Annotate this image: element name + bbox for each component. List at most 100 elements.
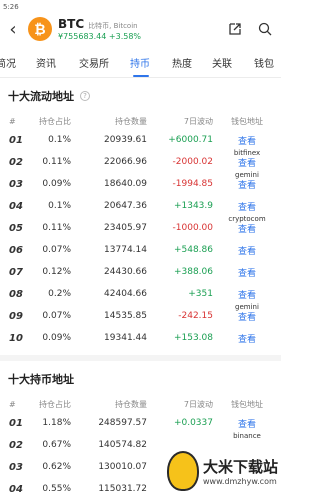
row-rank: 03 <box>9 461 23 473</box>
row-wallet-cell: 查看 gemini <box>213 156 281 179</box>
row-rank: 03 <box>9 178 23 190</box>
coin-price: ¥755683.44 +3.58% <box>58 32 142 41</box>
section2-title: 十大持币地址 <box>8 373 74 386</box>
row-quantity: 20647.36 <box>104 201 147 211</box>
row-percent: 0.1% <box>48 201 71 211</box>
row-rank: 02 <box>9 439 23 451</box>
view-link[interactable]: 查看 <box>238 247 256 257</box>
table-row: 08 0.2% 42404.66 +351 查看 gemini <box>0 283 281 311</box>
header-rank: # <box>9 116 16 126</box>
watermark: 大米下载站 www.dmzhyw.com <box>163 442 281 500</box>
row-rank: 07 <box>9 266 23 278</box>
row-wallet-cell: 查看 <box>213 178 281 191</box>
row-change: -1994.85 <box>172 179 213 189</box>
view-link[interactable]: 查看 <box>238 159 256 169</box>
liquid-address-table: 01 0.1% 20939.61 +6000.71 查看 bitfinex 02 0.11% 2… <box>0 129 281 349</box>
row-rank: 05 <box>9 222 23 234</box>
tab-wallet[interactable]: 钱包 <box>254 55 274 70</box>
row-quantity: 130010.07 <box>98 462 147 472</box>
row-rank: 09 <box>9 310 23 322</box>
row-rank: 04 <box>9 483 23 495</box>
row-percent: 0.11% <box>42 157 71 167</box>
coin-info: BTC 比特币, Bitcoin ¥755683.44 +3.58% <box>58 17 215 41</box>
section-title-top-holders: 十大持币地址 <box>0 371 281 387</box>
tab-news[interactable]: 资讯 <box>36 55 56 70</box>
row-quantity: 18640.09 <box>104 179 147 189</box>
wallet-name: binance <box>233 431 261 440</box>
tab-bar: 简况 资讯 交易所 持币 热度 关联 钱包 <box>0 44 281 78</box>
row-change: +548.86 <box>173 245 213 255</box>
row-percent: 0.62% <box>42 462 71 472</box>
view-link[interactable]: 查看 <box>238 420 256 430</box>
tab-exchanges[interactable]: 交易所 <box>79 55 109 70</box>
row-percent: 0.11% <box>42 223 71 233</box>
row-percent: 0.07% <box>42 245 71 255</box>
view-link[interactable]: 查看 <box>238 269 256 279</box>
table-row: 04 0.1% 20647.36 +1343.9 查看 cryptocom <box>0 195 281 223</box>
row-percent: 0.67% <box>42 440 71 450</box>
share-icon[interactable] <box>225 19 245 39</box>
table-header: # 持仓占比 持仓数量 7日波动 钱包地址 <box>0 113 281 129</box>
back-icon[interactable]: ‹ <box>6 19 20 40</box>
row-percent: 0.1% <box>48 135 71 145</box>
row-rank: 01 <box>9 417 23 429</box>
row-change: +153.08 <box>173 333 213 343</box>
row-quantity: 140574.82 <box>98 440 147 450</box>
row-wallet-cell: 查看 <box>213 244 281 257</box>
row-wallet-cell: 查看 <box>213 266 281 279</box>
row-wallet-cell: 查看 <box>213 222 281 235</box>
table-row: 10 0.09% 19341.44 +153.08 查看 <box>0 327 281 349</box>
row-change: +1343.9 <box>173 201 213 211</box>
row-quantity: 13774.14 <box>104 245 147 255</box>
search-icon[interactable] <box>255 19 275 39</box>
section1-title: 十大流动地址 <box>8 90 74 103</box>
row-change: +388.06 <box>173 267 213 277</box>
row-wallet-cell: 查看 bitfinex <box>213 134 281 157</box>
header-change: 7日波动 <box>183 116 213 126</box>
header-qty: 持仓数量 <box>115 399 147 409</box>
table-row: 01 0.1% 20939.61 +6000.71 查看 bitfinex <box>0 129 281 157</box>
tab-related[interactable]: 关联 <box>212 55 232 70</box>
view-link[interactable]: 查看 <box>238 225 256 235</box>
header-change: 7日波动 <box>183 399 213 409</box>
row-percent: 0.55% <box>42 484 71 494</box>
view-link[interactable]: 查看 <box>238 203 256 213</box>
row-quantity: 248597.57 <box>98 418 147 428</box>
row-rank: 08 <box>9 288 23 300</box>
view-link[interactable]: 查看 <box>238 181 256 191</box>
row-percent: 0.07% <box>42 311 71 321</box>
row-wallet-cell: 查看 <box>213 332 281 345</box>
tab-heat[interactable]: 热度 <box>172 55 192 70</box>
tab-holdings[interactable]: 持币 <box>130 55 150 70</box>
watermark-title: 大米下载站 <box>203 458 279 476</box>
watermark-logo-icon <box>167 451 199 491</box>
watermark-url: www.dmzhyw.com <box>203 477 277 486</box>
row-quantity: 42404.66 <box>104 289 147 299</box>
row-wallet-cell: 查看 cryptocom <box>213 200 281 223</box>
row-rank: 01 <box>9 134 23 146</box>
row-change: -1000.00 <box>172 223 213 233</box>
row-change: +6000.71 <box>168 135 213 145</box>
header-wallet: 钱包地址 <box>231 116 263 126</box>
view-link[interactable]: 查看 <box>238 291 256 301</box>
active-tab-indicator <box>133 75 149 77</box>
table-row: 01 1.18% 248597.57 +0.0337 查看 binance <box>0 412 281 440</box>
view-link[interactable]: 查看 <box>238 137 256 147</box>
row-rank: 02 <box>9 156 23 168</box>
status-bar: 5:26 <box>0 0 281 14</box>
coin-symbol: BTC <box>58 17 85 31</box>
view-link[interactable]: 查看 <box>238 313 256 323</box>
row-rank: 06 <box>9 244 23 256</box>
help-icon[interactable]: ? <box>80 91 90 101</box>
table-header: # 持仓占比 持仓数量 7日波动 钱包地址 <box>0 396 281 412</box>
tab-overview[interactable]: 简况 <box>0 55 16 70</box>
view-link[interactable]: 查看 <box>238 335 256 345</box>
row-quantity: 22066.96 <box>104 157 147 167</box>
row-percent: 0.12% <box>42 267 71 277</box>
header-qty: 持仓数量 <box>115 116 147 126</box>
row-wallet-cell: 查看 <box>213 310 281 323</box>
row-percent: 0.09% <box>42 333 71 343</box>
row-wallet-cell: 查看 gemini <box>213 288 281 311</box>
coin-subtitle: 比特币, Bitcoin <box>88 22 138 30</box>
status-time: 5:26 <box>3 3 19 11</box>
